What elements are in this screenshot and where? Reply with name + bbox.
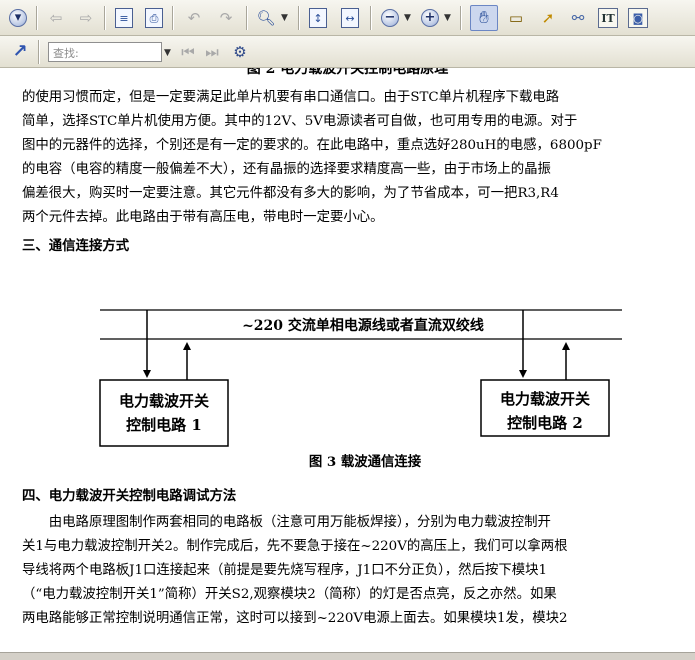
snapshot-button[interactable]: ◙ <box>626 6 650 30</box>
find-next-icon: ⏭︎ <box>205 42 219 61</box>
find-previous-icon: ⏮︎ <box>181 42 195 61</box>
chevron-down-icon: ▾ <box>9 9 27 27</box>
save-document-icon: ≡ <box>115 8 133 28</box>
paragraph-line: 两电路能够正常控制说明通信正常，这时可以接到~220V电源上面去。如果模块1发，… <box>22 611 568 626</box>
module-1-label-line2: 控制电路 1 <box>126 416 202 434</box>
cursor-arrow-icon: ➚ <box>541 8 555 27</box>
toolbar-separator <box>38 40 40 64</box>
zoom-dropdown-arrow[interactable]: ▼ <box>281 13 288 23</box>
undo-icon: ↶ <box>187 8 201 27</box>
hand-tool-button[interactable]: ✋︎ <box>470 5 498 31</box>
module-1-label-line1: 电力载波开关 <box>119 392 209 410</box>
advanced-search-button[interactable]: ⚙︎ <box>228 40 252 64</box>
paragraph-line: 导线将两个电路板J1口连接起来（前提是要先烧写程序，J1口不分正负），然后按下模… <box>22 563 548 578</box>
toolbar-separator <box>298 6 300 30</box>
zoom-in-button[interactable]: + <box>418 6 442 30</box>
main-toolbar: ▾ ⇦ ⇨ ≡ ⎙ ↶ ↷ 🔍︎ ▼ ↕ ↔ − ▼ + ▼ ✋︎ ▭ ➚ ⚯ … <box>0 0 695 36</box>
figure-carrier-connection: ~220 交流单相电源线或者直流双绞线 电力载波开关 控制电路 1 电力载波开关… <box>99 309 622 447</box>
paragraph-line: 关1与电力载波控制开关2。制作完成后，先不要急于接在~220V的高压上，我们可以… <box>22 539 568 554</box>
arrow-up-right-icon: ↗ <box>12 41 28 62</box>
text-tool-icon: IT <box>598 8 618 28</box>
search-toolbar: ↗ 查找: ▼ ⏮︎ ⏭︎ ⚙︎ <box>0 36 695 68</box>
toolbar-separator <box>246 6 248 30</box>
document-page: 图 2 电力载波开关控制电路原理 的使用习惯而定，但是一定要满足此单片机要有串口… <box>0 68 695 652</box>
section-heading: 四、电力载波开关控制电路调试方法 <box>22 488 237 504</box>
camera-icon: ◙ <box>628 8 648 28</box>
status-bar <box>0 652 695 660</box>
redo-icon: ↷ <box>219 8 233 27</box>
find-next-button[interactable]: ⏭︎ <box>200 40 224 64</box>
menu-dropdown-button[interactable]: ▾ <box>6 6 30 30</box>
arrow-left-icon: ⇦ <box>49 8 63 27</box>
find-button[interactable]: ⚯ <box>566 6 590 30</box>
zoom-tool-button[interactable]: 🔍︎ <box>254 6 278 30</box>
print-button[interactable]: ⎙ <box>142 6 166 30</box>
toolbar-separator <box>172 6 174 30</box>
toolbar-separator <box>460 6 462 30</box>
printer-icon: ⎙ <box>145 8 163 28</box>
text-tool-button[interactable]: IT <box>596 6 620 30</box>
plus-icon: + <box>421 9 439 27</box>
zoom-out-dropdown-arrow[interactable]: ▼ <box>404 13 411 23</box>
paragraph-line: （“电力载波控制开关1”简称）开关S2,观察模块2（简称）的灯是否点亮，反之亦然… <box>22 587 557 602</box>
search-gear-icon: ⚙︎ <box>233 42 247 61</box>
arrow-right-icon: ⇨ <box>79 8 93 27</box>
expand-arrow-button[interactable]: ↗ <box>8 40 32 64</box>
text-select-glasses-icon: ▭ <box>508 8 524 27</box>
toolbar-separator <box>104 6 106 30</box>
binoculars-icon: ⚯ <box>571 8 585 27</box>
fit-page-button[interactable]: ↕ <box>306 6 330 30</box>
select-tool-button[interactable]: ➚ <box>536 6 560 30</box>
save-button[interactable]: ≡ <box>112 6 136 30</box>
search-input[interactable]: 查找: <box>48 42 162 62</box>
hand-icon: ✋︎ <box>479 7 489 28</box>
module-2-label-line2: 控制电路 2 <box>507 414 583 432</box>
select-text-button[interactable]: ▭ <box>504 6 528 30</box>
zoom-in-magnifier-icon: 🔍︎ <box>256 8 276 27</box>
power-line-label: ~220 交流单相电源线或者直流双绞线 <box>242 317 484 334</box>
module-1-box <box>99 379 229 447</box>
paragraph-line: 由电路原理图制作两套相同的电路板（注意可用万能板焊接），分别为电力载波控制开 <box>22 515 551 530</box>
zoom-out-button[interactable]: − <box>378 6 402 30</box>
back-button[interactable]: ⇦ <box>44 6 68 30</box>
toolbar-separator <box>370 6 372 30</box>
fit-width-button[interactable]: ↔ <box>338 6 362 30</box>
zoom-in-dropdown-arrow[interactable]: ▼ <box>444 13 451 23</box>
fit-page-icon: ↕ <box>309 8 327 28</box>
search-options-dropdown-arrow[interactable]: ▼ <box>164 48 171 58</box>
toolbar-separator <box>36 6 38 30</box>
figure-caption: 图 3 载波通信连接 <box>308 454 422 470</box>
undo-button[interactable]: ↶ <box>182 6 206 30</box>
redo-button[interactable]: ↷ <box>214 6 238 30</box>
fit-width-icon: ↔ <box>341 8 359 28</box>
module-2-label-line1: 电力载波开关 <box>500 390 590 408</box>
find-previous-button[interactable]: ⏮︎ <box>176 40 200 64</box>
forward-button[interactable]: ⇨ <box>74 6 98 30</box>
minus-icon: − <box>381 9 399 27</box>
